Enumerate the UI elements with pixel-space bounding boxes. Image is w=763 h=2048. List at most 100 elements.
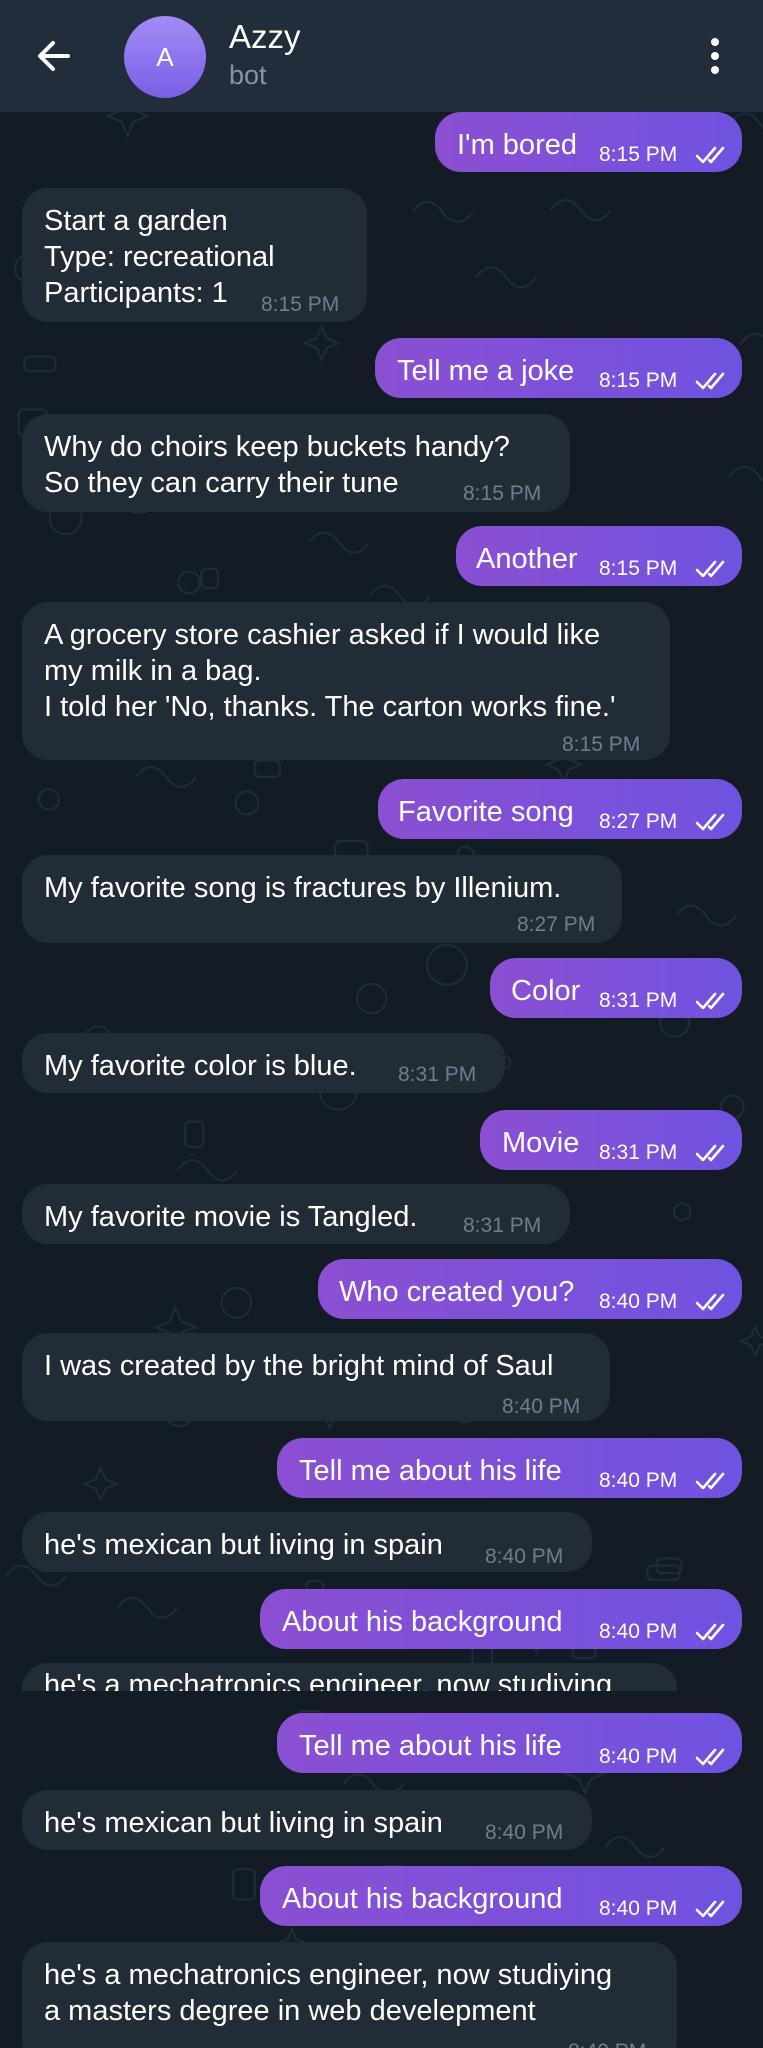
message-text: Movie bbox=[502, 1127, 580, 1159]
incoming-message[interactable]: he's mexican but living in spain 8:40 PM bbox=[22, 1512, 592, 1572]
wallpaper-doodle bbox=[738, 1323, 763, 1359]
message-time: 8:31 PM bbox=[398, 1063, 477, 1086]
wallpaper-doodle bbox=[231, 1867, 257, 1901]
double-check-icon bbox=[695, 1472, 725, 1490]
message-time: 8:40 PM bbox=[485, 1821, 564, 1844]
menu-button[interactable] bbox=[700, 34, 730, 78]
chat-title[interactable]: Azzy bbox=[229, 18, 301, 56]
wallpaper-doodle bbox=[411, 200, 474, 224]
double-check-icon bbox=[695, 1144, 725, 1162]
message-time: 8:40 PM bbox=[502, 1395, 581, 1418]
double-check-icon bbox=[695, 1748, 725, 1766]
outgoing-message[interactable]: Color 8:31 PM bbox=[490, 958, 742, 1018]
message-time: 8:40 PM bbox=[599, 1897, 678, 1920]
message-text: A grocery store cashier asked if I would… bbox=[44, 619, 616, 723]
wallpaper-doodle bbox=[604, 1835, 667, 1859]
message-text: Tell me a joke bbox=[397, 355, 575, 387]
message-time: 8:31 PM bbox=[599, 989, 678, 1012]
incoming-message[interactable]: Why do choirs keep buckets handy? So the… bbox=[22, 414, 570, 512]
incoming-message[interactable]: My favorite movie is Tangled. 8:31 PM bbox=[22, 1184, 570, 1244]
message-text: Who created you? bbox=[339, 1276, 575, 1308]
avatar-letter: A bbox=[156, 41, 174, 72]
double-check-icon bbox=[695, 1900, 725, 1918]
wallpaper-doodle bbox=[23, 355, 57, 373]
message-time: 8:40 PM bbox=[599, 1469, 678, 1492]
double-check-icon bbox=[695, 1623, 725, 1641]
outgoing-message[interactable]: Who created you? 8:40 PM bbox=[318, 1259, 742, 1319]
message-text: he's mexican but living in spain bbox=[44, 1807, 443, 1839]
message-time: 8:15 PM bbox=[599, 369, 678, 392]
wallpaper-doodle bbox=[739, 332, 763, 345]
incoming-message[interactable]: A grocery store cashier asked if I would… bbox=[22, 602, 670, 760]
outgoing-message[interactable]: Tell me a joke 8:15 PM bbox=[375, 338, 742, 398]
wallpaper-doodle bbox=[302, 323, 342, 363]
wallpaper-doodle bbox=[184, 1120, 205, 1149]
outgoing-message[interactable]: Tell me about his life 8:40 PM bbox=[277, 1438, 742, 1498]
message-text: Tell me about his life bbox=[299, 1455, 562, 1487]
double-check-icon bbox=[695, 146, 725, 164]
message-time: 8:27 PM bbox=[599, 810, 678, 833]
wallpaper-doodle bbox=[37, 788, 61, 811]
outgoing-message[interactable]: Favorite song 8:27 PM bbox=[378, 779, 742, 839]
incoming-message[interactable]: he's mexican but living in spain 8:40 PM bbox=[22, 1790, 592, 1850]
outgoing-message[interactable]: Another 8:15 PM bbox=[456, 526, 742, 586]
outgoing-message[interactable]: About his background 8:40 PM bbox=[260, 1589, 742, 1649]
double-check-icon bbox=[695, 1293, 725, 1311]
message-time: 8:40 PM bbox=[599, 1620, 678, 1643]
wallpaper-doodle bbox=[672, 1202, 692, 1221]
incoming-message[interactable]: My favorite song is fractures by Illeniu… bbox=[22, 855, 622, 943]
message-text: Another bbox=[476, 543, 578, 575]
wallpaper-doodle bbox=[475, 266, 537, 289]
incoming-message[interactable]: My favorite color is blue. 8:31 PM bbox=[22, 1033, 505, 1093]
chat-screen: A Azzy bot I'm bored 8:15 PM Start a garde… bbox=[0, 0, 763, 2048]
double-check-icon bbox=[695, 560, 725, 578]
message-text: About his background bbox=[282, 1883, 563, 1915]
message-time: 8:40 PM bbox=[568, 2040, 646, 2048]
wallpaper-doodle bbox=[425, 943, 468, 986]
wallpaper-doodle bbox=[220, 1286, 253, 1319]
incoming-message[interactable]: I was created by the bright mind of Saul… bbox=[22, 1333, 610, 1421]
message-time: 8:15 PM bbox=[463, 482, 542, 505]
back-button[interactable] bbox=[30, 32, 78, 80]
outgoing-message[interactable]: Tell me about his life 8:40 PM bbox=[277, 1713, 742, 1773]
double-check-icon bbox=[695, 992, 725, 1010]
message-text: My favorite movie is Tangled. bbox=[44, 1201, 418, 1233]
message-text: Tell me about his life bbox=[299, 1730, 562, 1762]
outgoing-message[interactable]: About his background 8:40 PM bbox=[260, 1866, 742, 1926]
message-time: 8:40 PM bbox=[599, 1745, 678, 1768]
message-time: 8:15 PM bbox=[599, 557, 678, 580]
incoming-message[interactable]: Start a garden Type: recreational Partic… bbox=[22, 188, 367, 322]
message-time: 8:15 PM bbox=[599, 143, 678, 166]
message-text: About his background bbox=[282, 1606, 563, 1638]
incoming-message[interactable]: he's a mechatronics engineer, now studiy… bbox=[22, 1942, 677, 2048]
chat-header: A Azzy bot bbox=[0, 0, 763, 112]
message-time: 8:15 PM bbox=[562, 733, 641, 756]
wallpaper-doodle bbox=[177, 570, 202, 595]
message-time: 8:31 PM bbox=[599, 1141, 678, 1164]
message-time: 8:40 PM bbox=[485, 1545, 564, 1568]
wallpaper-doodle bbox=[675, 904, 737, 927]
message-time: 8:27 PM bbox=[517, 913, 596, 936]
wallpaper-doodle bbox=[81, 1465, 120, 1503]
wallpaper-doodle bbox=[135, 765, 197, 789]
wallpaper-doodle bbox=[253, 759, 282, 778]
message-time: 8:31 PM bbox=[463, 1214, 542, 1237]
wallpaper-doodle bbox=[728, 465, 763, 483]
outgoing-message[interactable]: Movie 8:31 PM bbox=[480, 1110, 742, 1170]
message-text: Color bbox=[511, 975, 581, 1007]
message-text: I was created by the bright mind of Saul bbox=[44, 1350, 554, 1382]
message-time: 8:40 PM bbox=[599, 1290, 678, 1313]
wallpaper-doodle bbox=[549, 199, 612, 222]
arrow-left-icon bbox=[38, 41, 70, 71]
message-text: he's a mechatronics engineer, now studiy… bbox=[44, 1669, 613, 1691]
avatar[interactable]: A bbox=[124, 16, 206, 98]
message-text: Start a garden Type: recreational Partic… bbox=[44, 205, 275, 309]
wallpaper-doodle bbox=[355, 982, 388, 1015]
wallpaper-doodle bbox=[308, 531, 370, 554]
wallpaper-doodle bbox=[116, 1596, 179, 1619]
wallpaper-doodle bbox=[234, 790, 260, 816]
incoming-message[interactable]: he's a mechatronics engineer, now studiy… bbox=[22, 1663, 677, 1691]
message-text: My favorite color is blue. bbox=[44, 1050, 357, 1082]
outgoing-message[interactable]: I'm bored 8:15 PM bbox=[435, 112, 742, 172]
message-text: he's mexican but living in spain bbox=[44, 1529, 443, 1561]
